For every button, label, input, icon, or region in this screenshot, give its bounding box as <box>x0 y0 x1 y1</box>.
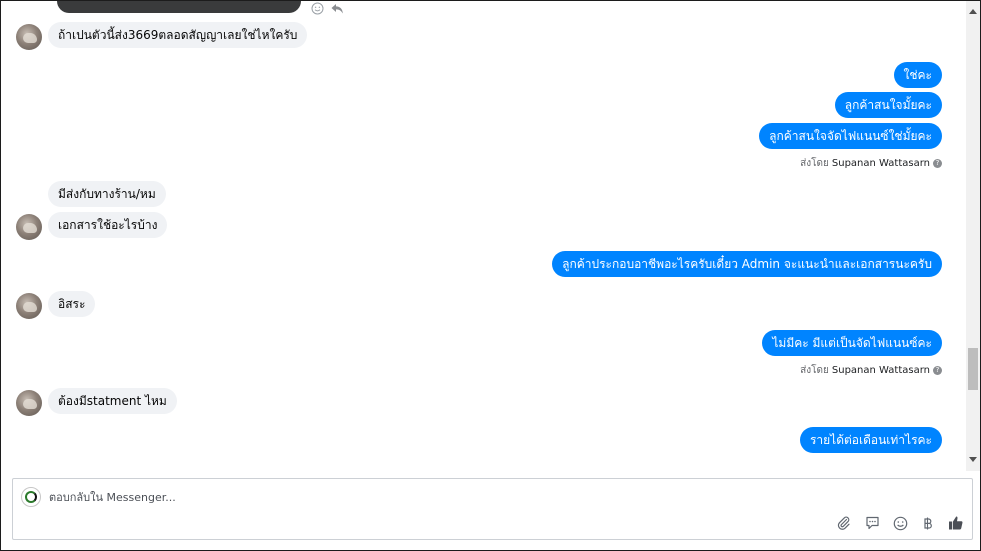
baht-icon[interactable] <box>920 515 936 531</box>
sent-by-prefix: ส่งโดย <box>800 365 829 376</box>
messenger-window: ถ้าเปนตัวนี้ส่ง3669ตลอดสัญญาเลยใช่ไหใครั… <box>0 0 981 551</box>
outgoing-message[interactable]: ลูกค้าสนใจจัดไฟแนนซ์ใช่มั้ยคะ <box>759 123 942 149</box>
chat-thread[interactable]: ถ้าเปนตัวนี้ส่ง3669ตลอดสัญญาเลยใช่ไหใครั… <box>2 1 965 471</box>
question-icon[interactable]: ? <box>933 159 942 168</box>
incoming-message[interactable]: ต้องมีstatment ไหม <box>48 388 177 414</box>
scroll-down-arrow[interactable] <box>969 457 977 462</box>
outgoing-message[interactable]: ลูกค้าประกอบอาชีพอะไรครับเดี๋ยว Admin จะ… <box>552 251 942 277</box>
thumbs-up-icon[interactable] <box>948 515 964 531</box>
avatar[interactable] <box>16 214 42 240</box>
outgoing-message[interactable]: รายได้ต่อเดือนเท่าไรคะ <box>799 427 942 453</box>
reply-composer <box>12 478 973 540</box>
reply-input[interactable] <box>49 488 749 506</box>
scroll-up-arrow[interactable] <box>969 9 977 14</box>
composer-toolbar <box>836 515 964 531</box>
outgoing-message[interactable]: ไม่มีคะ มีแต่เป็นจัดไฟแนนซ์คะ <box>762 330 942 356</box>
reply-arrow-icon[interactable] <box>330 2 344 18</box>
page-avatar-icon <box>21 487 41 507</box>
incoming-message[interactable]: มีส่งกับทางร้าน/หม <box>48 181 166 207</box>
smiley-outline-icon[interactable] <box>311 2 324 18</box>
smiley-icon[interactable] <box>892 515 908 531</box>
sent-by-prefix: ส่งโดย <box>800 158 829 169</box>
scroll-thumb[interactable] <box>968 348 978 390</box>
previous-message-actions <box>311 2 344 18</box>
outgoing-message[interactable]: ใช่คะ <box>893 62 942 88</box>
sender-name[interactable]: Supanan Wattasarn <box>832 365 930 376</box>
outgoing-message[interactable]: ลูกค้าสนใจมั้ยคะ <box>834 92 942 118</box>
sender-name[interactable]: Supanan Wattasarn <box>832 158 930 169</box>
chat-bubble-icon[interactable] <box>864 515 880 531</box>
avatar[interactable] <box>16 293 42 319</box>
previous-message-bubble <box>57 1 301 13</box>
paperclip-icon[interactable] <box>836 515 852 531</box>
incoming-message[interactable]: ถ้าเปนตัวนี้ส่ง3669ตลอดสัญญาเลยใช่ไหใครั… <box>48 22 308 48</box>
sent-by-label: ส่งโดย Supanan Wattasarn ? <box>800 156 942 171</box>
question-icon[interactable]: ? <box>933 366 942 375</box>
incoming-message[interactable]: อิสระ <box>48 291 96 317</box>
avatar[interactable] <box>16 390 42 416</box>
incoming-message[interactable]: เอกสารใช้อะไรบ้าง <box>48 212 168 238</box>
chat-scrollbar[interactable] <box>966 1 980 471</box>
avatar[interactable] <box>16 24 42 50</box>
sent-by-label: ส่งโดย Supanan Wattasarn ? <box>800 363 942 378</box>
